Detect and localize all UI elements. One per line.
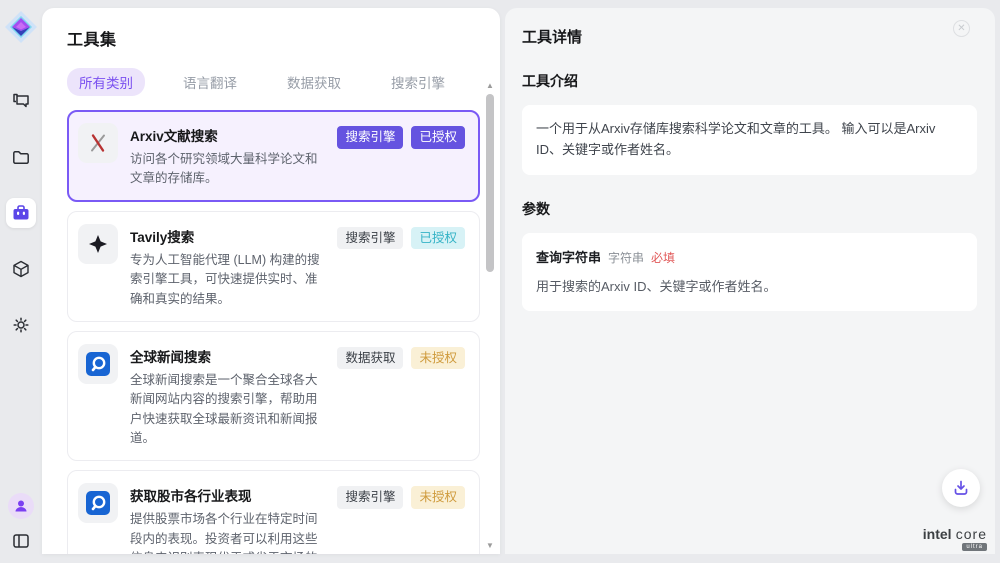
intro-heading: 工具介绍 (522, 71, 977, 91)
auth-status-badge: 未授权 (411, 486, 465, 509)
download-icon (952, 479, 970, 497)
tool-name: Tavily搜索 (130, 226, 325, 246)
tavily-logo (78, 224, 118, 264)
parameter-description: 用于搜索的Arxiv ID、关键字或作者姓名。 (536, 276, 963, 295)
auth-status-badge: 未授权 (411, 347, 465, 370)
category-tabs: 所有类别语言翻译数据获取搜索引擎 (67, 68, 474, 96)
category-badge: 搜索引擎 (337, 486, 403, 509)
sidebar-item-toolset[interactable] (6, 198, 36, 228)
chat-icon (11, 91, 31, 111)
folder-icon (11, 147, 31, 167)
detail-title: 工具详情 (522, 26, 977, 47)
arxiv-logo (78, 123, 118, 163)
toolset-panel: 工具集 所有类别语言翻译数据获取搜索引擎 Arxiv文献搜索访问各个研究领域大量… (42, 8, 500, 554)
juhe-logo (78, 483, 118, 523)
category-badge: 搜索引擎 (337, 126, 403, 149)
tool-list: Arxiv文献搜索访问各个研究领域大量科学论文和文章的存储库。搜索引擎已授权Ta… (67, 110, 480, 554)
juhe-logo (78, 344, 118, 384)
brand-ultra-badge: ultra (962, 543, 987, 551)
parameter-card: 查询字符串 字符串 必填 用于搜索的Arxiv ID、关键字或作者姓名。 (522, 233, 977, 311)
tool-name: 全球新闻搜索 (130, 346, 325, 366)
tab-语言翻译[interactable]: 语言翻译 (171, 68, 249, 96)
tool-card[interactable]: 全球新闻搜索全球新闻搜索是一个聚合全球各大新闻网站内容的搜索引擎，帮助用户快速获… (67, 331, 480, 462)
collapse-panel-icon[interactable] (12, 533, 30, 549)
tool-description: 全球新闻搜索是一个聚合全球各大新闻网站内容的搜索引擎，帮助用户快速获取全球最新资… (130, 371, 325, 449)
user-avatar-icon[interactable] (8, 493, 34, 519)
category-badge: 搜索引擎 (337, 227, 403, 250)
sidebar-item-files[interactable] (6, 142, 36, 172)
scrollbar-thumb[interactable] (486, 94, 494, 272)
download-button[interactable] (942, 469, 980, 507)
parameter-type: 字符串 (608, 249, 644, 266)
tab-数据获取[interactable]: 数据获取 (275, 68, 353, 96)
tool-description: 访问各个研究领域大量科学论文和文章的存储库。 (130, 150, 325, 189)
app-logo-icon (2, 8, 40, 46)
icon-rail (0, 0, 42, 563)
tab-所有类别[interactable]: 所有类别 (67, 68, 145, 96)
tool-intro-text: 一个用于从Arxiv存储库搜索科学论文和文章的工具。 输入可以是Arxiv ID… (522, 105, 977, 175)
toolbox-icon (11, 203, 31, 223)
tool-name: 获取股市各行业表现 (130, 485, 325, 505)
tool-card[interactable]: 获取股市各行业表现提供股票市场各个行业在特定时间段内的表现。投资者可以利用这些信… (67, 470, 480, 554)
params-heading: 参数 (522, 199, 977, 219)
tool-description: 提供股票市场各个行业在特定时间段内的表现。投资者可以利用这些信息来识别表现优于或… (130, 510, 325, 554)
sidebar-item-settings[interactable] (6, 310, 36, 340)
sidebar-item-chat[interactable] (6, 86, 36, 116)
close-icon[interactable]: ✕ (953, 20, 970, 37)
tool-card[interactable]: Arxiv文献搜索访问各个研究领域大量科学论文和文章的存储库。搜索引擎已授权 (67, 110, 480, 202)
parameter-name: 查询字符串 (536, 247, 601, 266)
cube-icon (11, 259, 31, 279)
auth-status-badge: 已授权 (411, 227, 465, 250)
page-title: 工具集 (67, 26, 474, 50)
list-scrollbar[interactable]: ▲ ▼ (484, 80, 496, 552)
scrollbar-up-arrow[interactable]: ▲ (484, 80, 496, 92)
settings-gear-icon (11, 315, 31, 335)
tab-搜索引擎[interactable]: 搜索引擎 (379, 68, 457, 96)
brand-text: intel core (923, 526, 987, 542)
category-badge: 数据获取 (337, 347, 403, 370)
tool-card[interactable]: Tavily搜索专为人工智能代理 (LLM) 构建的搜索引擎工具，可快速提供实时… (67, 211, 480, 322)
tool-description: 专为人工智能代理 (LLM) 构建的搜索引擎工具，可快速提供实时、准确和真实的结… (130, 251, 325, 309)
tool-detail-panel: 工具详情 工具介绍 一个用于从Arxiv存储库搜索科学论文和文章的工具。 输入可… (505, 8, 995, 554)
auth-status-badge: 已授权 (411, 126, 465, 149)
intel-core-logo: intel core ultra (923, 526, 987, 551)
sidebar-item-models[interactable] (6, 254, 36, 284)
scrollbar-down-arrow[interactable]: ▼ (484, 540, 496, 552)
tool-name: Arxiv文献搜索 (130, 125, 325, 145)
parameter-required-badge: 必填 (651, 249, 675, 266)
